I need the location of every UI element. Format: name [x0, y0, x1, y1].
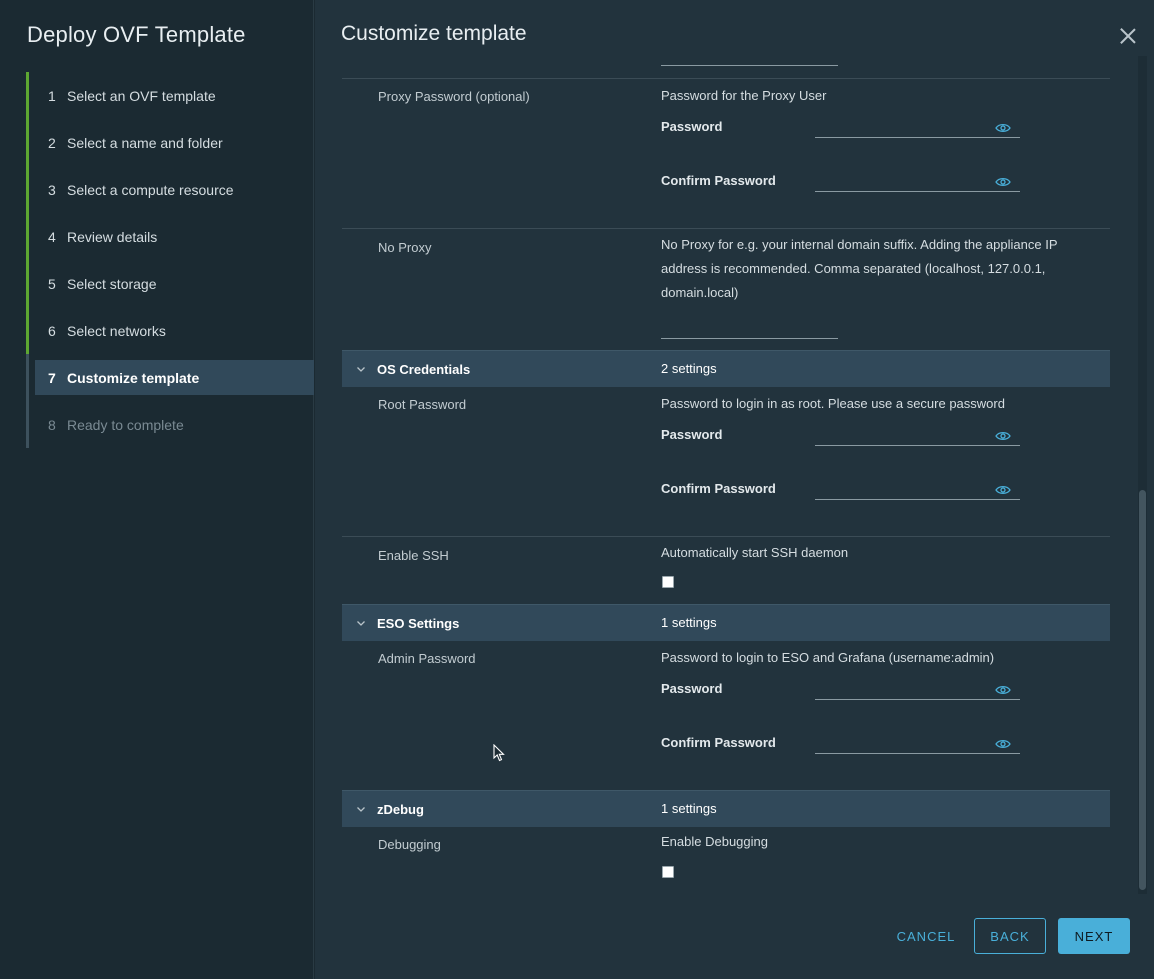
setting-description: No Proxy for e.g. your internal domain s… [661, 237, 1058, 300]
proxy-password-row: Proxy Password (optional) Password for t… [342, 79, 1110, 229]
password-label: Password [661, 119, 723, 134]
confirm-password-label: Confirm Password [661, 735, 776, 750]
main-panel: Customize template Proxy Password (optio… [315, 0, 1154, 979]
proxy-password-input[interactable] [815, 117, 1020, 138]
eye-icon[interactable] [995, 485, 1011, 495]
step-label: Select a name and folder [67, 134, 223, 151]
setting-description: Enable Debugging [661, 834, 768, 849]
eye-icon[interactable] [995, 685, 1011, 695]
step-label: Select an OVF template [67, 87, 216, 104]
step-label: Ready to complete [67, 416, 184, 433]
wizard-steps: 1 Select an OVF template 2 Select a name… [26, 72, 314, 448]
debugging-checkbox[interactable] [662, 866, 674, 878]
step-number: 8 [48, 416, 56, 433]
no-proxy-row: No Proxy No Proxy for e.g. your internal… [342, 230, 1110, 350]
step-number: 3 [48, 181, 56, 198]
section-title: ESO Settings [377, 616, 460, 631]
eye-icon[interactable] [995, 739, 1011, 749]
next-button[interactable]: NEXT [1058, 918, 1130, 954]
section-eso-settings[interactable]: ESO Settings 1 settings [342, 604, 1110, 641]
app-window: Deploy OVF Template 1 Select an OVF temp… [0, 0, 1154, 979]
settings-scroll-area[interactable]: Proxy Password (optional) Password for t… [342, 56, 1110, 894]
section-zdebug[interactable]: zDebug 1 settings [342, 790, 1110, 827]
step-review-details[interactable]: 4 Review details [26, 213, 314, 260]
setting-description: Password to login in as root. Please use… [661, 396, 1005, 411]
chevron-down-icon [357, 367, 365, 372]
setting-description: Automatically start SSH daemon [661, 545, 849, 560]
step-number: 5 [48, 275, 56, 292]
section-count: 2 settings [661, 361, 717, 376]
step-number: 4 [48, 228, 56, 245]
section-title: zDebug [377, 802, 424, 817]
password-label: Password [661, 681, 723, 696]
eye-icon[interactable] [995, 431, 1011, 441]
proxy-confirm-password-input[interactable] [815, 171, 1020, 192]
no-proxy-input[interactable] [661, 338, 838, 339]
step-select-ovf-template[interactable]: 1 Select an OVF template [26, 72, 314, 119]
previous-field-input[interactable] [661, 65, 838, 66]
step-ready-to-complete: 8 Ready to complete [26, 401, 314, 448]
section-count: 1 settings [661, 615, 717, 630]
admin-password-input[interactable] [815, 679, 1020, 700]
root-confirm-password-input[interactable] [815, 479, 1020, 500]
enable-ssh-row: Enable SSH Automatically start SSH daemo… [342, 538, 1110, 604]
root-password-input[interactable] [815, 425, 1020, 446]
setting-label: Debugging [378, 837, 441, 852]
step-label: Review details [67, 228, 158, 245]
wizard-sidebar: Deploy OVF Template 1 Select an OVF temp… [0, 0, 314, 979]
setting-description: Password for the Proxy User [661, 88, 827, 103]
step-label: Select storage [67, 275, 157, 292]
chevron-down-icon [357, 621, 365, 626]
enable-ssh-checkbox[interactable] [662, 576, 674, 588]
admin-confirm-password-input[interactable] [815, 733, 1020, 754]
chevron-down-icon [357, 807, 365, 812]
section-count: 1 settings [661, 801, 717, 816]
step-number: 6 [48, 322, 56, 339]
step-label: Select a compute resource [67, 181, 234, 198]
setting-description: Password to login to ESO and Grafana (us… [661, 650, 995, 665]
setting-label: No Proxy [378, 240, 432, 255]
setting-label: Enable SSH [378, 548, 449, 563]
confirm-password-label: Confirm Password [661, 173, 776, 188]
setting-label: Proxy Password (optional) [378, 89, 530, 104]
back-button[interactable]: BACK [974, 918, 1046, 954]
step-number: 2 [48, 134, 56, 151]
close-icon[interactable] [1118, 26, 1138, 46]
step-label: Select networks [67, 322, 166, 339]
step-customize-template[interactable]: 7 Customize template [26, 354, 314, 401]
eye-icon[interactable] [995, 123, 1011, 133]
cancel-button[interactable]: CANCEL [890, 918, 962, 954]
step-select-compute-resource[interactable]: 3 Select a compute resource [26, 166, 314, 213]
step-select-networks[interactable]: 6 Select networks [26, 307, 314, 354]
password-label: Password [661, 427, 723, 442]
step-number: 1 [48, 87, 56, 104]
eye-icon[interactable] [995, 177, 1011, 187]
setting-label: Root Password [378, 397, 467, 412]
root-password-row: Root Password Password to login in as ro… [342, 387, 1110, 537]
debugging-row: Debugging Enable Debugging [342, 827, 1110, 893]
step-number: 7 [48, 369, 56, 386]
section-title: OS Credentials [377, 362, 471, 377]
section-os-credentials[interactable]: OS Credentials 2 settings [342, 350, 1110, 387]
page-title: Customize template [341, 22, 527, 45]
mouse-cursor-icon [493, 744, 505, 762]
step-label: Customize template [67, 369, 200, 386]
step-select-name-folder[interactable]: 2 Select a name and folder [26, 119, 314, 166]
wizard-title: Deploy OVF Template [27, 22, 246, 47]
scrollbar-thumb[interactable] [1139, 490, 1146, 890]
step-select-storage[interactable]: 5 Select storage [26, 260, 314, 307]
admin-password-row: Admin Password Password to login to ESO … [342, 641, 1110, 791]
setting-label: Admin Password [378, 651, 476, 666]
confirm-password-label: Confirm Password [661, 481, 776, 496]
